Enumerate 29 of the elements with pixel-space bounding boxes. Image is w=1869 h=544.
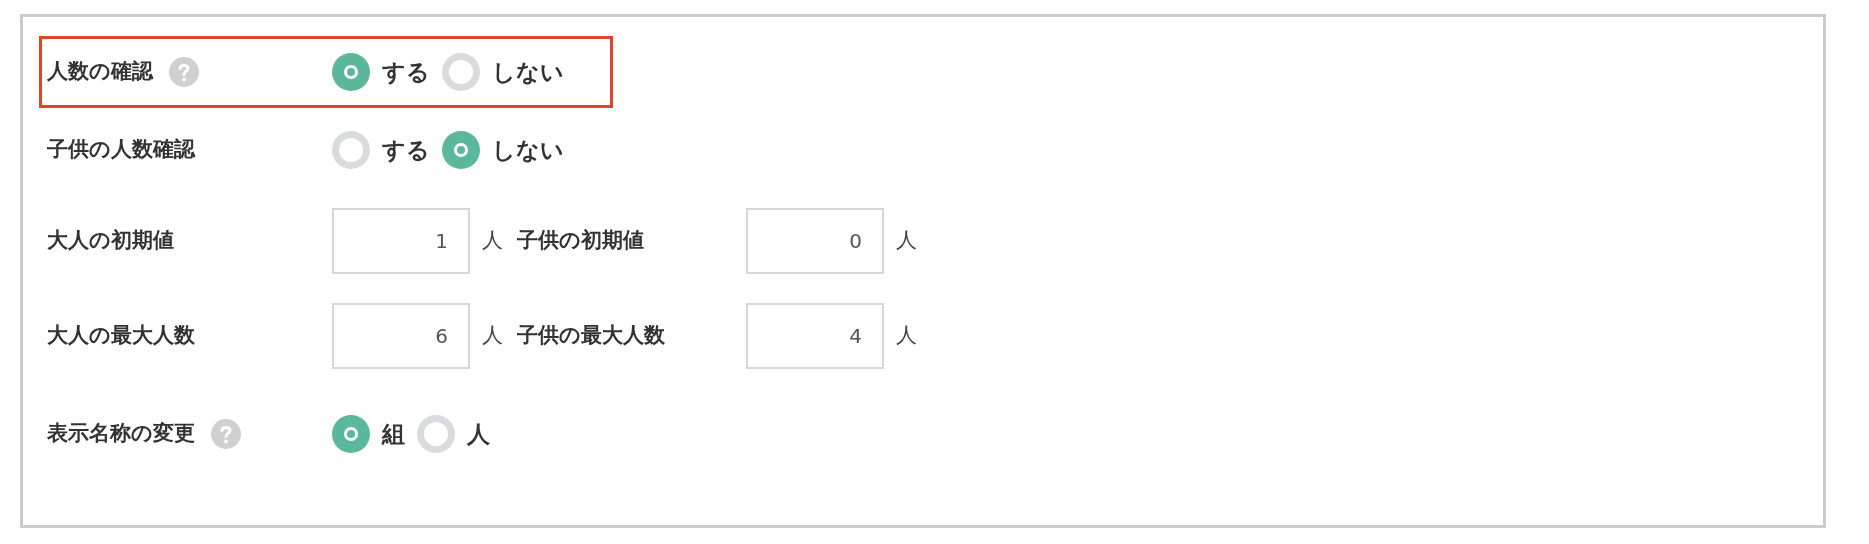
help-icon[interactable]	[169, 57, 199, 87]
radio-option[interactable]: しない	[442, 131, 564, 169]
radio-button[interactable]	[442, 131, 480, 169]
number-field[interactable]: 0	[746, 208, 884, 274]
number-field[interactable]: 4	[746, 303, 884, 369]
radio-option[interactable]: する	[332, 131, 430, 169]
radio-option[interactable]: する	[332, 53, 430, 91]
radio-button[interactable]	[332, 131, 370, 169]
radio-button[interactable]	[332, 415, 370, 453]
setting-label: 子供の人数確認	[47, 136, 195, 164]
radio-option[interactable]: しない	[442, 53, 564, 91]
unit-label: 人	[482, 227, 503, 255]
unit-label: 人	[482, 322, 503, 350]
number-field[interactable]: 6	[332, 303, 470, 369]
unit-label: 人	[896, 322, 917, 350]
help-icon[interactable]	[211, 419, 241, 449]
radio-button[interactable]	[442, 53, 480, 91]
radio-button[interactable]	[417, 415, 455, 453]
radio-option[interactable]: 人	[417, 415, 490, 453]
radio-button[interactable]	[332, 53, 370, 91]
setting-label: 表示名称の変更	[47, 420, 195, 448]
setting-label: 大人の最大人数	[47, 322, 196, 350]
number-field[interactable]: 1	[332, 208, 470, 274]
setting-label: 子供の初期値	[517, 227, 645, 255]
unit-label: 人	[896, 227, 917, 255]
setting-label: 子供の最大人数	[517, 322, 666, 350]
setting-label: 大人の初期値	[47, 227, 175, 255]
setting-label: 人数の確認	[47, 58, 153, 86]
radio-option[interactable]: 組	[332, 415, 405, 453]
